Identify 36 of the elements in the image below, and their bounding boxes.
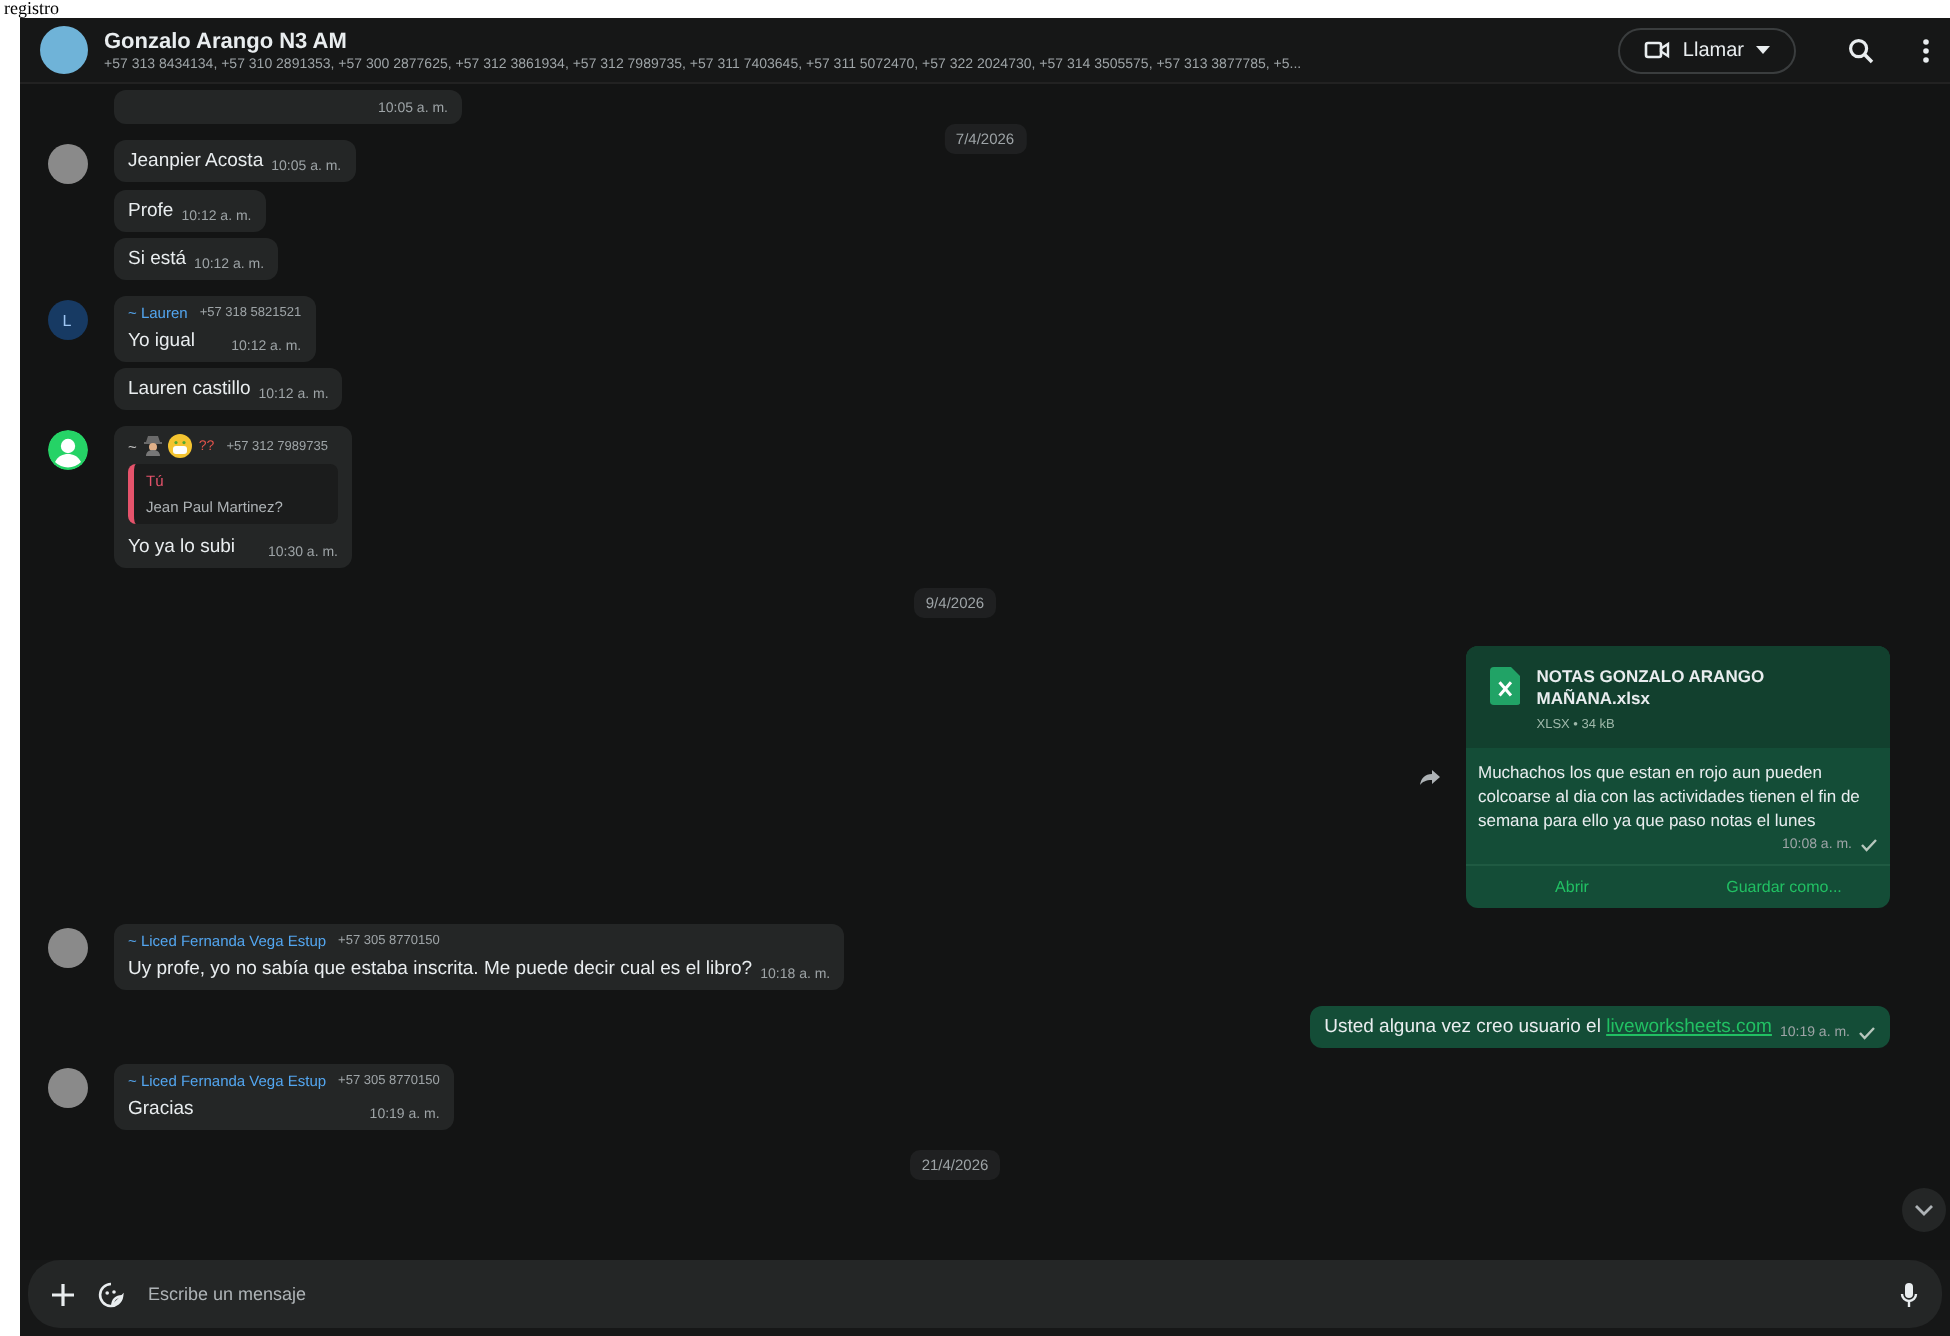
file-name: NOTAS GONZALO ARANGO MAÑANA.xlsx <box>1536 666 1767 710</box>
plus-icon[interactable] <box>52 1283 74 1305</box>
avatar-photo-placeholder[interactable] <box>47 1068 87 1108</box>
message-text: Usted alguna vez creo usuario el liveworksheets.com <box>1324 1014 1772 1040</box>
message-text: Gracias <box>128 1096 194 1122</box>
message-input-field[interactable]: Escribe un mensaje <box>148 1284 1876 1304</box>
microphone-icon[interactable] <box>1900 1281 1918 1307</box>
message-text: Yo igual <box>128 328 195 354</box>
menu-icon[interactable] <box>1922 37 1930 63</box>
search-icon[interactable] <box>1848 37 1874 63</box>
sticker-icon[interactable] <box>98 1281 124 1307</box>
message-text: Profe <box>128 198 174 224</box>
website-link[interactable]: liveworksheets.com <box>1606 1016 1772 1038</box>
file-action-button[interactable]: Abrir <box>1466 866 1678 908</box>
call-button[interactable]: Llamar <box>1618 27 1796 73</box>
video-camera-icon <box>1644 40 1671 60</box>
message-text: Uy profe, yo no sabía que estaba inscrita. Me puede decir cual es el libro? <box>128 956 753 982</box>
message-text: Si está <box>128 246 187 272</box>
forward-icon[interactable] <box>1418 768 1442 786</box>
file-action-button[interactable]: Guardar como... <box>1678 866 1890 908</box>
default-avatar-icon[interactable] <box>47 430 87 470</box>
message-text: Yo ya lo subi <box>128 534 236 560</box>
caret-icon <box>1756 46 1770 54</box>
composer-bar[interactable]: Escribe un mensaje <box>28 1260 1942 1328</box>
chevron-down-icon <box>1914 1204 1934 1216</box>
chat-title[interactable]: Gonzalo Arango N3 AM <box>104 29 1603 53</box>
group-avatar[interactable] <box>40 26 88 74</box>
scroll-down-button[interactable] <box>1902 1188 1946 1232</box>
message-text: Lauren castillo <box>128 376 251 402</box>
page-heading: registro <box>4 0 59 18</box>
avatar-photo-placeholder[interactable] <box>47 144 87 184</box>
message-text: Muchachos los que estan en rojo aun pueden colcoarse al dia con las actividades tienen el fin de semana para ello ya que paso notas el lunes <box>1476 760 1862 832</box>
letter-avatar[interactable]: L <box>47 300 87 340</box>
spreadsheet-file-icon <box>1490 666 1521 706</box>
avatar-photo-placeholder[interactable] <box>47 928 87 968</box>
message-text: Jeanpier Acosta <box>128 148 264 174</box>
